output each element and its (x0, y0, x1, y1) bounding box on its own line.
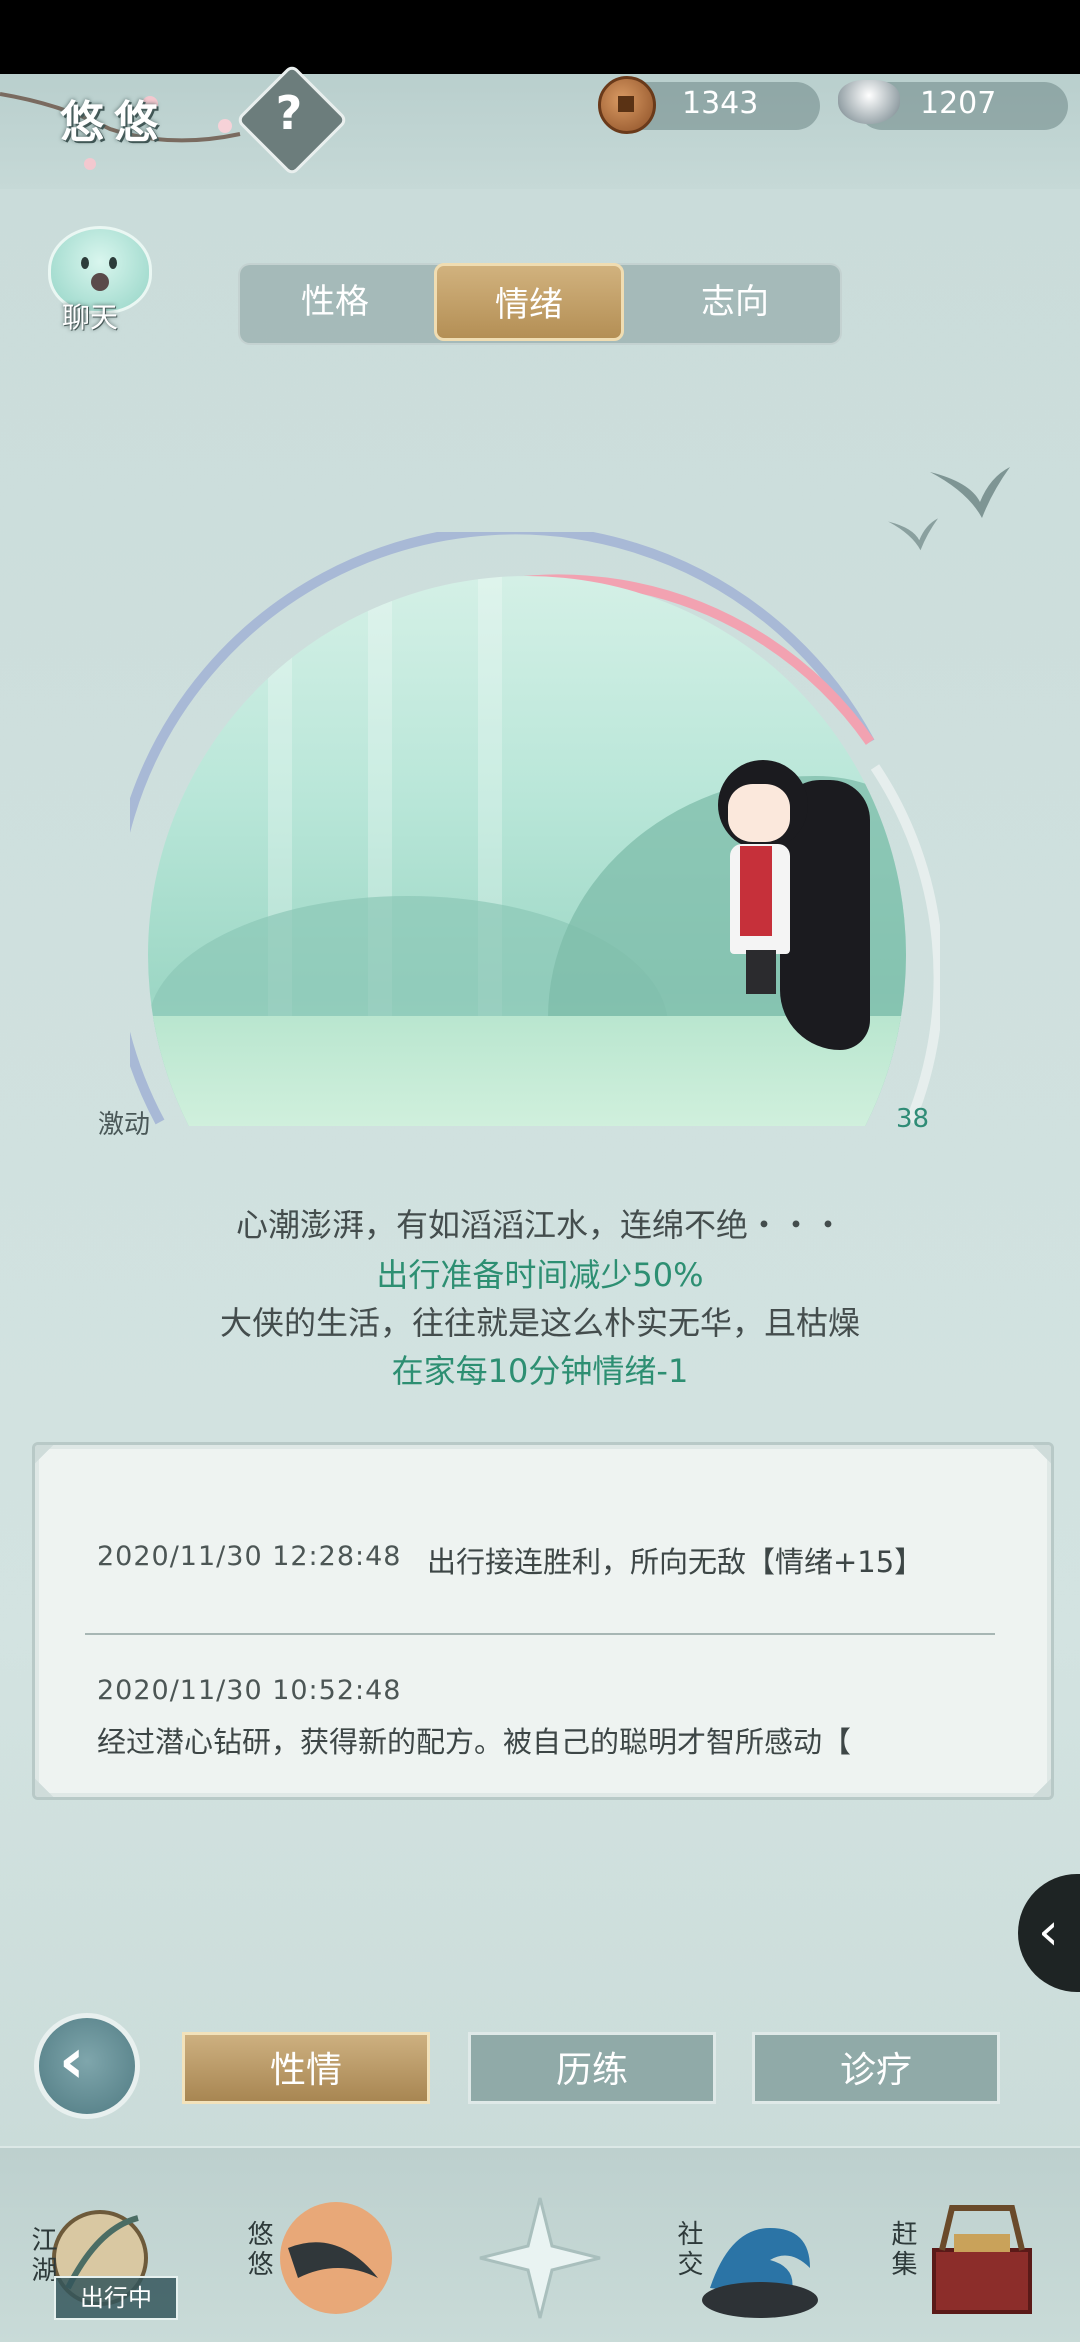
log-entry-text: 出行接连胜利，所向无敌【情绪+15】 (427, 1545, 924, 1579)
log-divider (85, 1633, 995, 1635)
side-drawer-toggle[interactable]: ‹ (1018, 1874, 1080, 1992)
status-bar (0, 0, 1080, 74)
silver-amount: 1207 (920, 86, 997, 121)
mood-description: 心潮澎湃，有如滔滔江水，连绵不绝・・・ (235, 1206, 844, 1244)
nav-training[interactable]: 历练 (468, 2032, 716, 2104)
dock-social-label: 社交 (673, 2220, 703, 2280)
nav-temperament[interactable]: 性情 (182, 2032, 430, 2104)
tab-personality[interactable]: 性格 (240, 263, 430, 341)
dock-youyou-label: 悠悠 (243, 2220, 273, 2280)
log-entry-text: 经过潜心钻研，获得新的配方。被自己的聪明才智所感动【 (97, 1725, 852, 1759)
copper-coin-icon (598, 76, 656, 134)
silver-ingot-icon (838, 80, 900, 124)
chat-label[interactable]: 聊天 (62, 296, 118, 336)
dock-market[interactable] (912, 2188, 1052, 2328)
compass-star-icon (479, 2197, 601, 2319)
mood-flavor-text: 大侠的生活，往往就是这么朴实无华，且枯燥 (219, 1304, 860, 1342)
swallow-icon (930, 467, 1010, 518)
tab-emotion[interactable]: 情绪 (434, 263, 624, 341)
character-avatar[interactable] (680, 760, 910, 1060)
tab-aspiration[interactable]: 志向 (640, 263, 830, 341)
treasure-box-icon (932, 2205, 1032, 2314)
dock-social[interactable] (690, 2188, 830, 2328)
mood-log-panel[interactable]: 2020/11/30 12:28:48 出行接连胜利，所向无敌【情绪+15】 2… (32, 1442, 1054, 1800)
mood-min-label: 激动 (98, 1110, 151, 1140)
dock-youyou[interactable] (258, 2188, 398, 2328)
log-entry-date: 2020/11/30 12:28:48 (97, 1541, 402, 1572)
character-name: 悠悠 (60, 97, 168, 148)
nav-treatment[interactable]: 诊疗 (752, 2032, 1000, 2104)
mood-value: 38 (896, 1104, 930, 1134)
mood-effect-2: 在家每10分钟情绪-1 (391, 1352, 689, 1390)
chevron-left-icon: ‹ (1038, 1902, 1059, 1962)
dock-home[interactable] (470, 2188, 610, 2328)
log-entry-date: 2020/11/30 10:52:48 (97, 1675, 402, 1706)
question-icon: ? (275, 86, 303, 140)
character-portrait-icon (280, 2202, 392, 2314)
wave-icon (702, 2228, 818, 2318)
mood-effect-1: 出行准备时间减少50% (376, 1256, 704, 1294)
outing-status-badge: 出行中 (54, 2276, 178, 2320)
back-arrow-icon: ‹ (59, 2024, 85, 2097)
dock-market-label: 赶集 (887, 2220, 917, 2280)
copper-amount: 1343 (682, 86, 759, 121)
back-button[interactable]: ‹ (34, 2013, 140, 2119)
